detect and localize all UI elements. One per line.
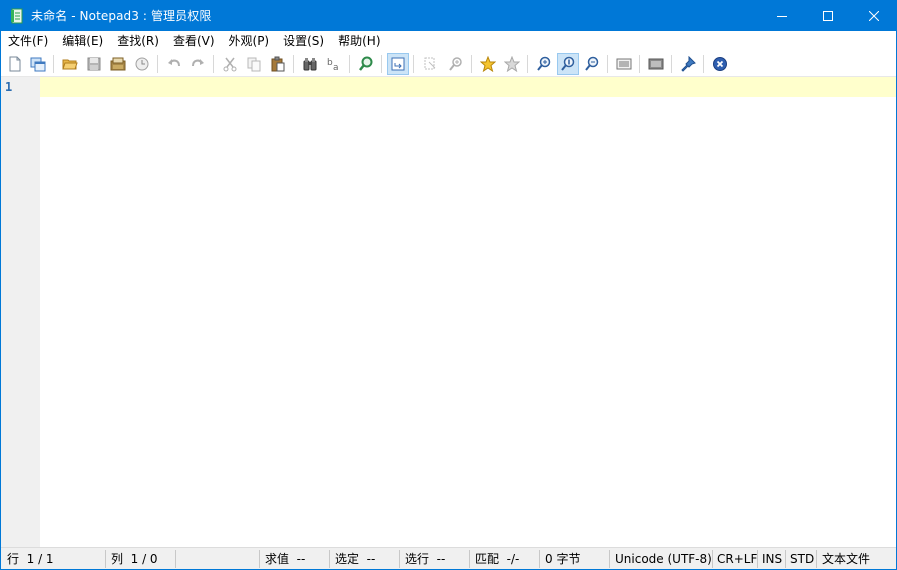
menu-appearance[interactable]: 外观(P) <box>222 31 277 51</box>
maximize-button[interactable] <box>805 0 851 31</box>
zoom-in-icon <box>537 56 551 71</box>
notepad3-app-icon[interactable] <box>10 8 24 24</box>
status-encoding[interactable]: Unicode (UTF-8) <box>611 548 712 570</box>
new-file-icon <box>9 56 21 72</box>
close-button[interactable] <box>851 0 897 31</box>
cut-button[interactable] <box>219 53 241 75</box>
find-button[interactable] <box>299 53 321 75</box>
scheme-icon <box>616 58 632 70</box>
svg-text:a: a <box>333 63 339 72</box>
menu-view[interactable]: 查看(V) <box>166 31 222 51</box>
favorites-button[interactable] <box>477 53 499 75</box>
copy-button[interactable] <box>243 53 265 75</box>
copy-icon <box>247 57 261 72</box>
star-icon <box>480 56 496 72</box>
status-sum[interactable]: 求值 -- <box>261 548 305 570</box>
binoculars-icon <box>303 58 317 71</box>
toolbar: ba <box>1 51 896 77</box>
new-window-button[interactable] <box>27 53 49 75</box>
bookmark-select-icon <box>424 57 436 70</box>
minimize-icon <box>777 15 787 17</box>
search-green-icon <box>359 56 373 71</box>
status-mode[interactable]: STD <box>786 548 814 570</box>
open-folder-icon <box>62 59 78 70</box>
replace-button[interactable]: ba <box>323 53 345 75</box>
maximize-icon <box>823 10 833 21</box>
title-bar: 未命名 - Notepad3 : 管理员权限 <box>0 0 897 31</box>
save-as-button[interactable] <box>107 53 129 75</box>
menu-bar: 文件(F) 编辑(E) 查找(R) 查看(V) 外观(P) 设置(S) 帮助(H… <box>1 31 896 51</box>
open-button[interactable] <box>59 53 81 75</box>
zoom-reset-icon <box>561 56 575 71</box>
exit-icon <box>713 57 727 71</box>
status-line[interactable]: 行 1 / 1 <box>3 548 54 570</box>
word-wrap-icon <box>391 57 405 71</box>
recent-files-icon <box>135 57 149 71</box>
pin-button[interactable] <box>677 53 699 75</box>
pin-icon <box>681 56 696 72</box>
find-in-files-icon <box>449 57 462 71</box>
current-line-highlight[interactable] <box>40 77 896 97</box>
status-eol[interactable]: CR+LF <box>713 548 757 570</box>
word-wrap-button[interactable] <box>387 53 409 75</box>
goto-button[interactable] <box>355 53 377 75</box>
customize-icon <box>648 58 664 70</box>
new-file-button[interactable] <box>4 53 26 75</box>
menu-edit[interactable]: 编辑(E) <box>55 31 110 51</box>
status-selection[interactable]: 选定 -- <box>331 548 375 570</box>
scheme-button[interactable] <box>613 53 635 75</box>
paste-icon <box>271 56 285 72</box>
find-in-files-button[interactable] <box>445 53 467 75</box>
star-add-icon <box>504 56 520 72</box>
customize-button[interactable] <box>645 53 667 75</box>
save-button[interactable] <box>83 53 105 75</box>
zoom-in-button[interactable] <box>533 53 555 75</box>
menu-help[interactable]: 帮助(H) <box>331 31 387 51</box>
zoom-reset-button[interactable] <box>557 53 579 75</box>
status-bytes[interactable]: 0 字节 <box>541 548 580 570</box>
menu-find[interactable]: 查找(R) <box>110 31 166 51</box>
replace-icon: ba <box>327 58 339 72</box>
add-favorite-button[interactable] <box>501 53 523 75</box>
zoom-out-icon <box>585 56 599 71</box>
window-title: 未命名 - Notepad3 : 管理员权限 <box>31 9 212 23</box>
save-icon <box>87 57 101 71</box>
save-as-icon <box>110 57 126 71</box>
exit-button[interactable] <box>709 53 731 75</box>
editor-area[interactable]: 1 <box>1 77 896 547</box>
close-icon <box>869 10 879 21</box>
line-number: 1 <box>5 80 13 94</box>
status-bar: 行 1 / 1 列 1 / 0 求值 -- 选定 -- 选行 -- 匹配 -/-… <box>1 547 896 570</box>
menu-settings[interactable]: 设置(S) <box>276 31 331 51</box>
bookmark-select-button[interactable] <box>419 53 441 75</box>
paste-button[interactable] <box>267 53 289 75</box>
menu-file[interactable]: 文件(F) <box>1 31 55 51</box>
undo-button[interactable] <box>163 53 185 75</box>
zoom-out-button[interactable] <box>581 53 603 75</box>
status-match[interactable]: 匹配 -/- <box>471 548 519 570</box>
cut-icon <box>223 57 237 72</box>
minimize-button[interactable] <box>759 0 805 31</box>
redo-button[interactable] <box>187 53 209 75</box>
status-column[interactable]: 列 1 / 0 <box>107 548 158 570</box>
status-selected-lines[interactable]: 选行 -- <box>401 548 445 570</box>
new-window-icon <box>30 57 46 72</box>
line-number-gutter: 1 <box>1 77 40 547</box>
redo-icon <box>192 59 204 67</box>
recent-files-button[interactable] <box>131 53 153 75</box>
status-file-type[interactable]: 文本文件 <box>818 548 870 570</box>
undo-icon <box>168 59 180 67</box>
status-ovr[interactable]: INS <box>758 548 782 570</box>
